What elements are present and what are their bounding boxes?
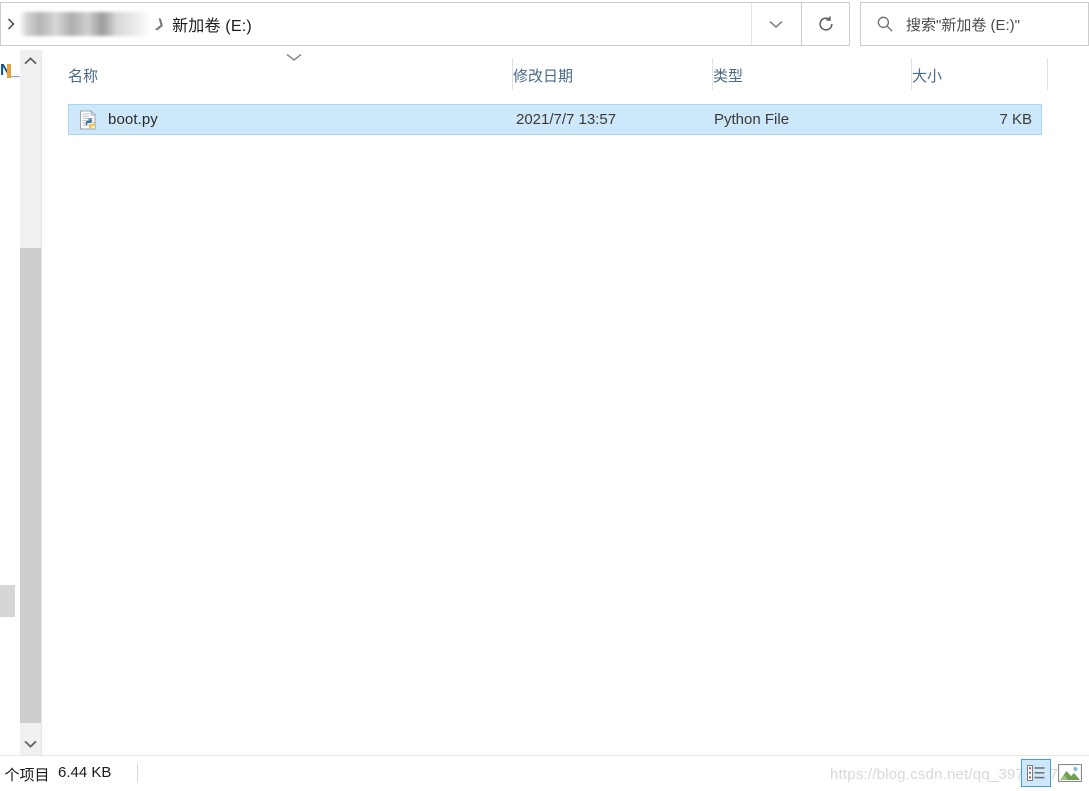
file-size-label: 7 KB bbox=[999, 111, 1032, 128]
status-bar: 1 个项目 6.44 KB https://blog.csdn.net/qq_3… bbox=[0, 755, 1089, 791]
breadcrumb-current-folder[interactable]: 新加卷 (E:) bbox=[172, 12, 252, 36]
address-toolbar: ❯ 新加卷 (E:) 搜索"新加卷 (E:)" bbox=[0, 0, 1089, 50]
item-count-label: 1 个项目 bbox=[0, 767, 50, 784]
chevron-down-icon[interactable] bbox=[20, 733, 41, 755]
details-view-button[interactable] bbox=[1021, 759, 1051, 787]
column-header-type-label: 类型 bbox=[713, 67, 744, 85]
large-icons-view-button[interactable] bbox=[1055, 759, 1085, 787]
breadcrumb-redacted[interactable] bbox=[19, 12, 151, 36]
column-header-date-label: 修改日期 bbox=[513, 67, 574, 85]
file-name-cell[interactable]: boot.py bbox=[78, 104, 158, 135]
column-header-name[interactable]: 名称 bbox=[68, 50, 512, 97]
file-date-label: 2021/7/7 13:57 bbox=[516, 111, 617, 128]
file-type-label: Python File bbox=[714, 111, 790, 128]
refresh-button[interactable] bbox=[802, 2, 850, 46]
file-name-label: boot.py bbox=[108, 111, 158, 128]
total-size-label: 6.44 KB bbox=[58, 764, 112, 781]
details-view-icon bbox=[1027, 765, 1045, 781]
column-header-type[interactable]: 类型 bbox=[713, 50, 911, 97]
status-bar-divider bbox=[137, 764, 138, 783]
column-header-row: 名称 修改日期 类型 大小 bbox=[42, 50, 1089, 97]
column-header-name-label: 名称 bbox=[68, 67, 99, 85]
view-mode-buttons bbox=[1021, 759, 1085, 787]
file-size-cell: 7 KB bbox=[999, 104, 1032, 135]
column-header-size[interactable]: 大小 bbox=[912, 50, 1047, 97]
address-bar[interactable]: ❯ 新加卷 (E:) bbox=[0, 2, 802, 46]
file-date-cell: 2021/7/7 13:57 bbox=[516, 104, 616, 135]
search-placeholder: 搜索"新加卷 (E:)" bbox=[906, 16, 1020, 34]
file-type-cell: Python File bbox=[714, 104, 789, 135]
search-box[interactable]: 搜索"新加卷 (E:)" bbox=[860, 2, 1089, 46]
navigation-pane-scrollbar-fragment[interactable] bbox=[0, 585, 15, 617]
scrollbar-thumb[interactable] bbox=[20, 248, 41, 723]
navigation-pane-clipped-accent bbox=[7, 64, 11, 78]
column-divider-4[interactable] bbox=[1047, 58, 1048, 90]
file-list-pane: 名称 修改日期 类型 大小 boot.py 2021/7/7 13:57 Pyt… bbox=[42, 50, 1089, 755]
navigation-pane-scrollbar[interactable] bbox=[20, 50, 42, 755]
column-header-date[interactable]: 修改日期 bbox=[513, 50, 712, 97]
navigation-pane-clipped: N_ bbox=[0, 50, 20, 755]
table-row[interactable]: boot.py 2021/7/7 13:57 Python File 7 KB bbox=[68, 104, 1042, 135]
python-file-icon bbox=[78, 109, 98, 130]
large-icons-view-icon bbox=[1058, 764, 1082, 782]
breadcrumb-separator: ❯ bbox=[153, 15, 167, 33]
column-header-size-label: 大小 bbox=[912, 67, 943, 85]
search-icon bbox=[876, 15, 894, 33]
address-dropdown-button[interactable] bbox=[752, 2, 800, 46]
chevron-up-icon[interactable] bbox=[20, 50, 41, 72]
chevron-right-icon[interactable] bbox=[4, 18, 18, 30]
